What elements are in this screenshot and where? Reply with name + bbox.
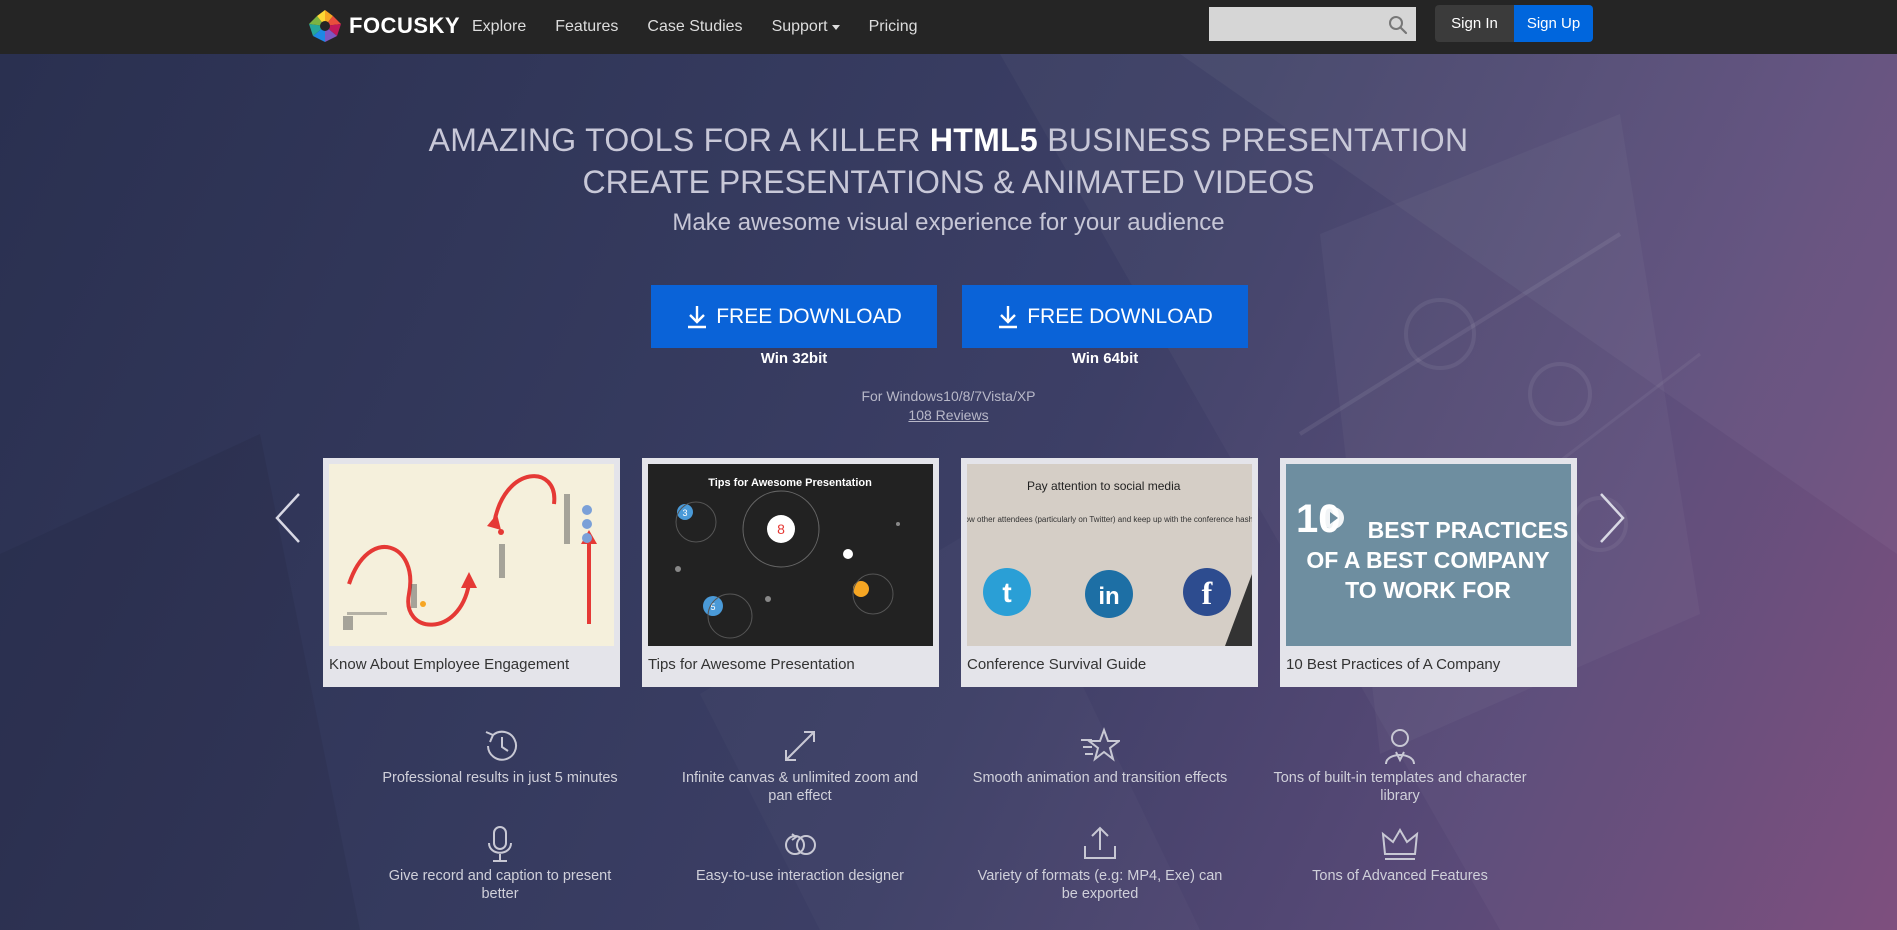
sign-up-button[interactable]: Sign Up [1514, 5, 1593, 42]
feature-export-formats: Variety of formats (e.g: MP4, Exe) can b… [970, 824, 1230, 903]
thumbnail-body: Follow other attendees (particularly on … [967, 515, 1252, 524]
download-64bit-caption: Win 64bit [1071, 350, 1139, 367]
template-card-best-practices[interactable]: 10 BEST PRACTICES OF A BEST COMPANY TO W… [1280, 458, 1577, 687]
feature-text: Easy-to-use interaction designer [696, 868, 904, 884]
headline-part-2: BUSINESS PRESENTATION [1038, 122, 1469, 158]
svg-text:f: f [1202, 575, 1213, 611]
template-thumbnail: Tips for Awesome Presentation 8 3 5 [648, 464, 933, 646]
template-card-title: Know About Employee Engagement [329, 656, 570, 673]
hero-headline: AMAZING TOOLS FOR A KILLER HTML5 BUSINES… [0, 120, 1897, 160]
crown-icon [1381, 828, 1419, 860]
download-32bit-label: FREE DOWNLOAD [716, 304, 902, 328]
conference-survival-thumbnail-art: Pay attention to social media Follow oth… [967, 464, 1252, 646]
template-card-title: Conference Survival Guide [967, 656, 1147, 673]
feature-text: Smooth animation and transition effects [972, 770, 1228, 786]
clock-icon [485, 730, 517, 761]
nav-features[interactable]: Features [555, 18, 618, 36]
awesome-presentation-thumbnail-art: Tips for Awesome Presentation 8 3 5 [648, 464, 933, 646]
feature-interaction-designer: Easy-to-use interaction designer [670, 824, 930, 885]
nav-support-label: Support [771, 18, 828, 35]
svg-text:3: 3 [682, 508, 687, 518]
feature-text: Variety of formats (e.g: MP4, Exe) can b… [977, 868, 1223, 902]
sign-in-button[interactable]: Sign In [1435, 5, 1514, 42]
download-64bit-button[interactable]: FREE DOWNLOAD [962, 285, 1248, 348]
template-thumbnail: 10 BEST PRACTICES OF A BEST COMPANY TO W… [1286, 464, 1571, 646]
os-compatibility-note: For Windows10/8/7Vista/XP [861, 388, 1036, 404]
svg-text:t: t [1002, 577, 1011, 608]
feature-record-caption: Give record and caption to present bette… [370, 824, 630, 903]
template-card-employee-engagement[interactable]: Know About Employee Engagement [323, 458, 620, 687]
search-icon[interactable] [1388, 15, 1408, 35]
svg-text:in: in [1098, 583, 1119, 610]
headline-part-1: AMAZING TOOLS FOR A KILLER [428, 122, 930, 158]
template-thumbnail [329, 464, 614, 646]
template-card-title: 10 Best Practices of A Company [1286, 656, 1501, 673]
feature-text: Professional results in just 5 minutes [382, 770, 618, 786]
feature-infinite-canvas: Infinite canvas & unlimited zoom and pan… [670, 726, 930, 805]
feature-text: Tons of Advanced Features [1312, 868, 1488, 884]
thumbnail-heading-3: TO WORK FOR [1345, 577, 1511, 603]
nav-explore[interactable]: Explore [472, 18, 526, 36]
star-icon [1081, 727, 1120, 762]
thumbnail-heading: Pay attention to social media [1027, 479, 1181, 493]
template-card-awesome-presentation[interactable]: Tips for Awesome Presentation 8 3 5 Tips… [642, 458, 939, 687]
download-32bit-caption: Win 32bit [760, 350, 828, 367]
feature-templates-library: Tons of built-in templates and character… [1270, 726, 1530, 805]
feature-professional-results: Professional results in just 5 minutes [370, 726, 630, 787]
thumbnail-heading: Tips for Awesome Presentation [708, 477, 872, 489]
thumbnail-heading-1: BEST PRACTICES [1368, 517, 1569, 543]
download-icon [688, 305, 707, 328]
download-icon [999, 305, 1018, 328]
template-card-conference-survival[interactable]: Pay attention to social media Follow oth… [961, 458, 1258, 687]
thumbnail-heading-2: OF A BEST COMPANY [1306, 547, 1549, 573]
download-64bit-label: FREE DOWNLOAD [1027, 304, 1213, 328]
nav-case-studies[interactable]: Case Studies [647, 18, 742, 36]
carousel-next-arrow-icon[interactable] [1597, 490, 1627, 546]
feature-text: Infinite canvas & unlimited zoom and pan… [681, 770, 919, 804]
nav-pricing[interactable]: Pricing [869, 18, 918, 36]
carousel-prev-arrow-icon[interactable] [273, 490, 303, 546]
headline-highlight: HTML5 [929, 122, 1039, 158]
search-input[interactable] [1209, 7, 1379, 41]
character-icon [1385, 729, 1415, 765]
brand-name: FOCUSKY [349, 13, 461, 38]
best-practices-thumbnail-art: 10 BEST PRACTICES OF A BEST COMPANY TO W… [1286, 464, 1571, 646]
main-nav: Explore Features Case Studies Support Pr… [472, 0, 947, 54]
export-icon [1084, 826, 1116, 859]
svg-text:8: 8 [777, 521, 785, 537]
feature-text: Tons of built-in templates and character… [1273, 770, 1527, 804]
nav-support[interactable]: Support [772, 18, 840, 36]
hero-tagline: Make awesome visual experience for your … [672, 209, 1225, 236]
feature-advanced: Tons of Advanced Features [1270, 824, 1530, 885]
chevron-down-icon [831, 24, 840, 30]
template-thumbnail: Pay attention to social media Follow oth… [967, 464, 1252, 646]
download-32bit-button[interactable]: FREE DOWNLOAD [651, 285, 937, 348]
interaction-icon [785, 833, 816, 855]
top-navbar: FOCUSKY Explore Features Case Studies Su… [0, 0, 1897, 54]
reviews-link[interactable]: 108 Reviews [0, 407, 1897, 423]
template-card-title: Tips for Awesome Presentation [648, 656, 855, 673]
brand-logo[interactable]: FOCUSKY [305, 6, 460, 46]
feature-text: Give record and caption to present bette… [388, 868, 612, 902]
focusky-logo-icon [309, 10, 341, 42]
feature-smooth-animation: Smooth animation and transition effects [970, 726, 1230, 787]
search-box [1209, 7, 1416, 41]
expand-icon [785, 731, 815, 761]
employee-engagement-thumbnail-art [343, 474, 597, 630]
microphone-icon [488, 826, 512, 862]
hero-subheadline: CREATE PRESENTATIONS & ANIMATED VIDEOS [582, 164, 1315, 200]
svg-text:5: 5 [710, 602, 715, 612]
